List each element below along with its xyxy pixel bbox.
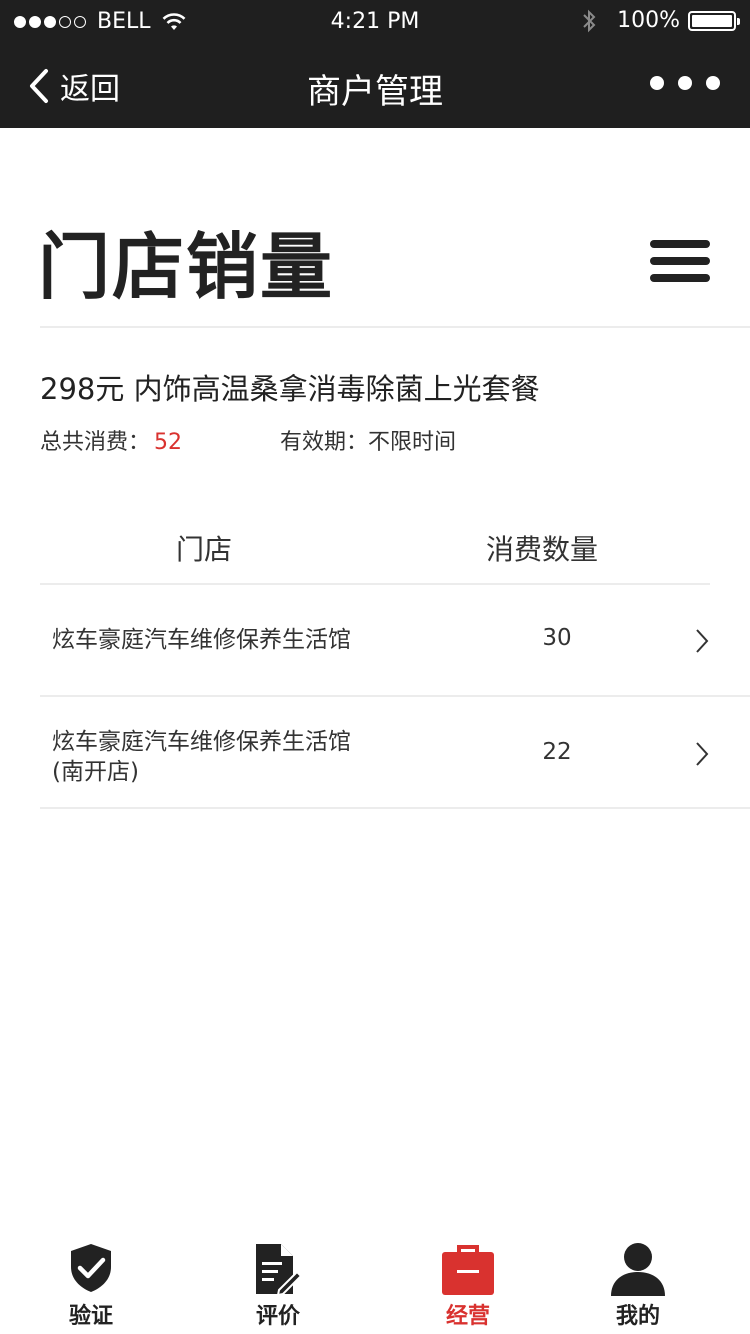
validity-label: 有效期：: [280, 430, 369, 455]
table-row[interactable]: 炫车豪庭汽车维修保养生活馆 30: [40, 585, 750, 697]
tab-label: 验证: [68, 1304, 113, 1329]
hamburger-menu-icon[interactable]: [650, 240, 710, 282]
tab-mine[interactable]: 我的: [578, 1234, 698, 1334]
package-title: 298元 内饰高温桑拿消毒除菌上光套餐: [40, 372, 540, 406]
column-header-store: 门店: [176, 533, 233, 566]
chevron-left-icon: [30, 69, 48, 103]
document-edit-icon: [256, 1244, 303, 1296]
tab-label: 评价: [255, 1304, 300, 1329]
more-dot-icon: [706, 76, 720, 90]
store-name: 炫车豪庭汽车维修保养生活馆(南开店): [52, 729, 351, 785]
divider: [40, 326, 750, 328]
store-name: 炫车豪庭汽车维修保养生活馆: [52, 627, 351, 653]
validity-value: 不限时间: [368, 430, 457, 455]
back-label: 返回: [60, 72, 120, 107]
tab-review[interactable]: 评价: [218, 1234, 338, 1334]
page-title: 门店销量: [38, 225, 335, 309]
status-bar: BELL 4:21 PM 100%: [0, 0, 750, 44]
battery-icon: [688, 10, 740, 31]
total-label: 总共消费：: [40, 430, 151, 455]
tab-bar: 验证 评价 经营 我的: [0, 1234, 750, 1334]
tab-label: 经营: [445, 1304, 490, 1329]
tab-business[interactable]: 经营: [408, 1234, 528, 1334]
validity-period: 有效期：不限时间: [280, 424, 456, 456]
briefcase-icon: [442, 1245, 494, 1295]
divider: [40, 807, 750, 809]
tab-label: 我的: [615, 1304, 660, 1329]
column-header-quantity: 消费数量: [486, 533, 599, 566]
back-button[interactable]: 返回: [28, 64, 120, 108]
chevron-right-icon: [696, 742, 709, 766]
more-dot-icon: [678, 76, 692, 90]
battery-percent: 100%: [617, 8, 680, 33]
consumption-count: 22: [542, 739, 572, 765]
shield-check-icon: [71, 1244, 111, 1292]
tab-verify[interactable]: 验证: [31, 1234, 151, 1334]
consumption-count: 30: [542, 625, 572, 651]
total-consumption: 总共消费： 52: [40, 424, 182, 456]
more-dot-icon: [650, 76, 664, 90]
bluetooth-icon: [583, 9, 596, 32]
table-row[interactable]: 炫车豪庭汽车维修保养生活馆(南开店) 22: [40, 697, 750, 809]
user-icon: [611, 1243, 665, 1296]
navigation-bar: 返回 商户管理: [0, 44, 750, 128]
total-value: 52: [154, 430, 183, 455]
chevron-right-icon: [696, 629, 709, 653]
more-options-button[interactable]: [636, 76, 720, 90]
